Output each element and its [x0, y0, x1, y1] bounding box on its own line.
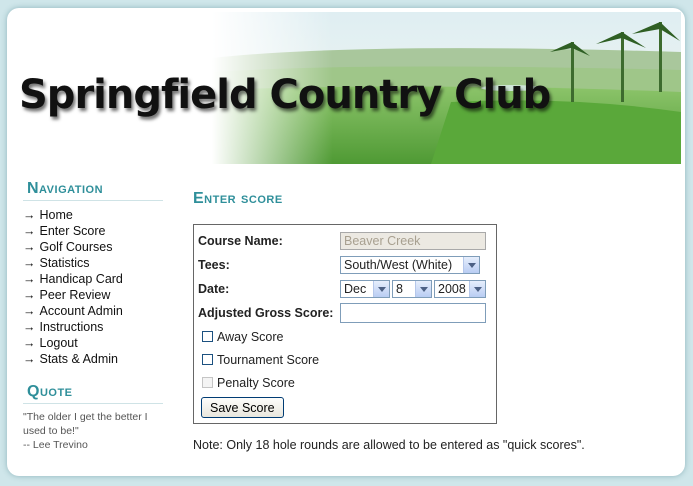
- nav-link-account-admin[interactable]: → Account Admin: [23, 303, 163, 319]
- date-month-select[interactable]: Dec: [340, 280, 390, 298]
- sidebar: Navigation → Home → Enter Score → Golf Cour…: [23, 180, 163, 452]
- arrow-right-icon: →: [23, 304, 36, 318]
- nav-link-golf-courses[interactable]: → Golf Courses: [23, 239, 163, 255]
- date-day-value: 8: [396, 282, 403, 296]
- nav-link-label: Enter Score: [39, 224, 106, 238]
- adjusted-gross-score-label: Adjusted Gross Score:: [198, 306, 334, 320]
- nav-link-handicap-card[interactable]: → Handicap Card: [23, 271, 163, 287]
- chevron-down-icon[interactable]: [373, 281, 389, 297]
- tees-row: Tees: South/West (White): [198, 253, 492, 277]
- away-score-row: Away Score: [198, 325, 492, 348]
- adjusted-gross-score-input[interactable]: [340, 303, 486, 323]
- tournament-score-label: Tournament Score: [217, 352, 320, 367]
- nav-link-label: Instructions: [39, 320, 104, 334]
- date-month-value: Dec: [344, 282, 367, 296]
- chevron-down-icon[interactable]: [469, 281, 485, 297]
- save-score-button[interactable]: Save Score: [201, 397, 284, 418]
- nav-link-label: Stats & Admin: [39, 352, 119, 366]
- chevron-down-icon[interactable]: [463, 257, 479, 273]
- penalty-score-label: Penalty Score: [217, 375, 295, 390]
- nav-link-label: Statistics: [39, 256, 90, 270]
- course-row: Course Name: Beaver Creek: [198, 229, 492, 253]
- nav-link-label: Home: [39, 208, 73, 222]
- nav-link-label: Peer Review: [39, 288, 111, 302]
- arrow-right-icon: →: [23, 208, 36, 222]
- site-title: Springfield Country Club: [19, 72, 551, 118]
- main-content: Enter score Course Name: Beaver Creek Te…: [193, 190, 663, 452]
- nav-list: → Home → Enter Score → Golf Courses → Statis…: [23, 207, 163, 367]
- quick-score-note: Note: Only 18 hole rounds are allowed to…: [193, 438, 585, 452]
- penalty-score-checkbox: [202, 377, 213, 388]
- arrow-right-icon: →: [23, 336, 36, 350]
- arrow-right-icon: →: [23, 240, 36, 254]
- away-score-checkbox[interactable]: [202, 331, 213, 342]
- arrow-right-icon: →: [23, 320, 36, 334]
- nav-link-label: Golf Courses: [39, 240, 113, 254]
- course-name-label: Course Name:: [198, 234, 283, 248]
- nav-link-logout[interactable]: → Logout: [23, 335, 163, 351]
- course-name-field: Beaver Creek: [340, 232, 486, 250]
- header-banner: Springfield Country Club: [11, 12, 681, 164]
- arrow-right-icon: →: [23, 288, 36, 302]
- date-year-value: 2008: [438, 282, 466, 296]
- away-score-label: Away Score: [217, 329, 284, 344]
- nav-link-label: Handicap Card: [39, 272, 123, 286]
- nav-link-label: Account Admin: [39, 304, 123, 318]
- nav-link-stats-admin[interactable]: → Stats & Admin: [23, 351, 163, 367]
- nav-link-home[interactable]: → Home: [23, 207, 163, 223]
- enter-score-form: Course Name: Beaver Creek Tees: South/We…: [193, 224, 497, 424]
- tournament-score-checkbox[interactable]: [202, 354, 213, 365]
- page-title: Enter score: [193, 190, 283, 207]
- arrow-right-icon: →: [23, 224, 36, 238]
- penalty-score-row: Penalty Score: [198, 371, 492, 394]
- quote-heading: Quote: [23, 383, 163, 404]
- tees-label: Tees:: [198, 258, 230, 272]
- nav-link-enter-score[interactable]: → Enter Score: [23, 223, 163, 239]
- arrow-right-icon: →: [23, 352, 36, 366]
- nav-link-peer-review[interactable]: → Peer Review: [23, 287, 163, 303]
- tees-select[interactable]: South/West (White): [340, 256, 480, 274]
- tees-select-value: South/West (White): [344, 258, 453, 272]
- tournament-score-row: Tournament Score: [198, 348, 492, 371]
- date-row: Date: Dec 8 2008: [198, 277, 492, 301]
- date-year-select[interactable]: 2008: [434, 280, 486, 298]
- ags-row: Adjusted Gross Score:: [198, 301, 492, 325]
- navigation-heading: Navigation: [23, 180, 163, 201]
- nav-link-instructions[interactable]: → Instructions: [23, 319, 163, 335]
- arrow-right-icon: →: [23, 256, 36, 270]
- date-day-select[interactable]: 8: [392, 280, 432, 298]
- page-frame: Springfield Country Club Navigation → Hom…: [7, 8, 685, 476]
- nav-link-statistics[interactable]: → Statistics: [23, 255, 163, 271]
- nav-link-label: Logout: [39, 336, 78, 350]
- arrow-right-icon: →: [23, 272, 36, 286]
- quote-author: -- Lee Trevino: [23, 439, 88, 451]
- chevron-down-icon[interactable]: [415, 281, 431, 297]
- quote-text: "The older I get the better I used to be…: [23, 411, 148, 437]
- date-label: Date:: [198, 282, 230, 296]
